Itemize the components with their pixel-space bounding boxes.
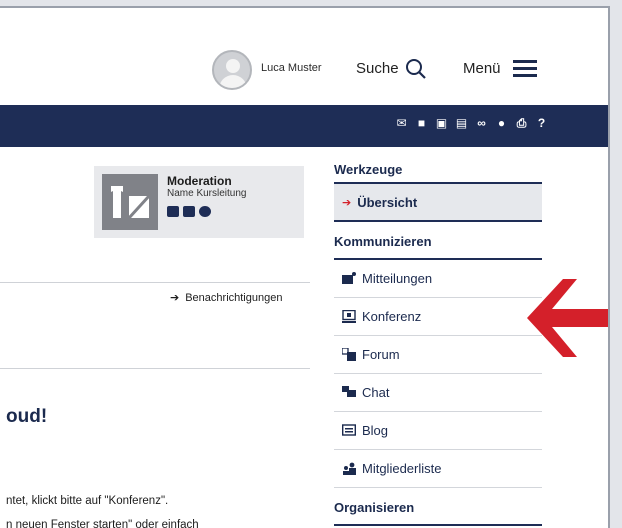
- screen-icon[interactable]: ▣: [435, 117, 448, 130]
- tools-sidebar: Werkzeuge ➔ Übersicht Kommunizieren Mitt…: [334, 158, 542, 526]
- sidebar-item-chat[interactable]: Chat: [334, 374, 542, 412]
- sidebar-item-messages[interactable]: Mitteilungen: [334, 260, 542, 298]
- conference-icon: [342, 310, 356, 323]
- members-icon: [343, 462, 356, 475]
- blog-icon: [342, 424, 356, 436]
- arrow-right-icon: ➔: [170, 292, 180, 304]
- divider: [0, 368, 310, 369]
- sidebar-item-label: Forum: [362, 347, 400, 362]
- sidebar-item-label: Mitgliederliste: [362, 461, 442, 476]
- moderation-tools-icon: [102, 174, 158, 230]
- notes-icon[interactable]: ▤: [455, 117, 468, 130]
- browser-frame: Luca Muster Suche Menü ✉ ■ ▣ ▤ ∞ ● ⎙ ? M…: [0, 6, 610, 528]
- sidebar-item-label: Mitteilungen: [362, 271, 433, 286]
- sidebar-item-label: Konferenz: [362, 309, 422, 324]
- edit-icon[interactable]: ■: [415, 117, 428, 130]
- search-label[interactable]: Suche: [356, 60, 399, 77]
- moderation-title: Moderation: [167, 174, 232, 188]
- moderation-subtitle: Name Kursleitung: [167, 188, 247, 199]
- instruction-text: ntet, klickt bitte auf "Konferenz".: [6, 495, 169, 507]
- top-toolbar: ✉ ■ ▣ ▤ ∞ ● ⎙ ?: [0, 105, 608, 147]
- smiley-icon[interactable]: [199, 206, 211, 217]
- user-avatar[interactable]: [212, 50, 252, 90]
- sidebar-item-label: Übersicht: [357, 195, 418, 210]
- divider: [0, 282, 310, 283]
- chat-icon: [342, 386, 356, 397]
- section-organize: Organisieren: [334, 488, 542, 526]
- mail-icon[interactable]: [183, 206, 195, 217]
- search-icon[interactable]: [405, 58, 427, 80]
- notifications-link[interactable]: ➔ Benachrichtigungen: [170, 291, 282, 304]
- notifications-label: Benachrichtigungen: [185, 292, 283, 304]
- user-name[interactable]: Luca Muster: [261, 62, 322, 74]
- sidebar-item-label: Blog: [362, 423, 389, 438]
- sidebar-item-forum[interactable]: Forum: [334, 336, 542, 374]
- forum-icon: [342, 348, 356, 361]
- help-icon[interactable]: ?: [535, 117, 548, 130]
- arrow-right-icon: ➔: [342, 197, 352, 209]
- welcome-heading: oud!: [6, 406, 48, 427]
- sidebar-item-label: Chat: [362, 385, 390, 400]
- moderation-card: Moderation Name Kursleitung: [94, 166, 304, 238]
- instruction-text: n neuen Fenster starten" oder einfach: [6, 519, 199, 528]
- sidebar-item-members[interactable]: Mitgliederliste: [334, 450, 542, 488]
- section-communicate: Kommunizieren: [334, 222, 542, 260]
- hamburger-menu-icon[interactable]: [513, 60, 537, 78]
- print-icon[interactable]: ⎙: [515, 117, 528, 130]
- section-tools: Werkzeuge: [334, 158, 542, 184]
- sidebar-item-blog[interactable]: Blog: [334, 412, 542, 450]
- messages-icon: [342, 272, 356, 284]
- sidebar-item-conference[interactable]: Konferenz: [334, 298, 542, 336]
- mail-icon[interactable]: ✉: [395, 117, 408, 130]
- contact-card-icon[interactable]: [167, 206, 179, 217]
- menu-label[interactable]: Menü: [463, 60, 501, 77]
- red-arrow-pointer-icon: [527, 279, 608, 357]
- location-icon[interactable]: ●: [495, 117, 508, 130]
- link-icon[interactable]: ∞: [475, 117, 488, 130]
- sidebar-item-overview[interactable]: ➔ Übersicht: [334, 184, 542, 222]
